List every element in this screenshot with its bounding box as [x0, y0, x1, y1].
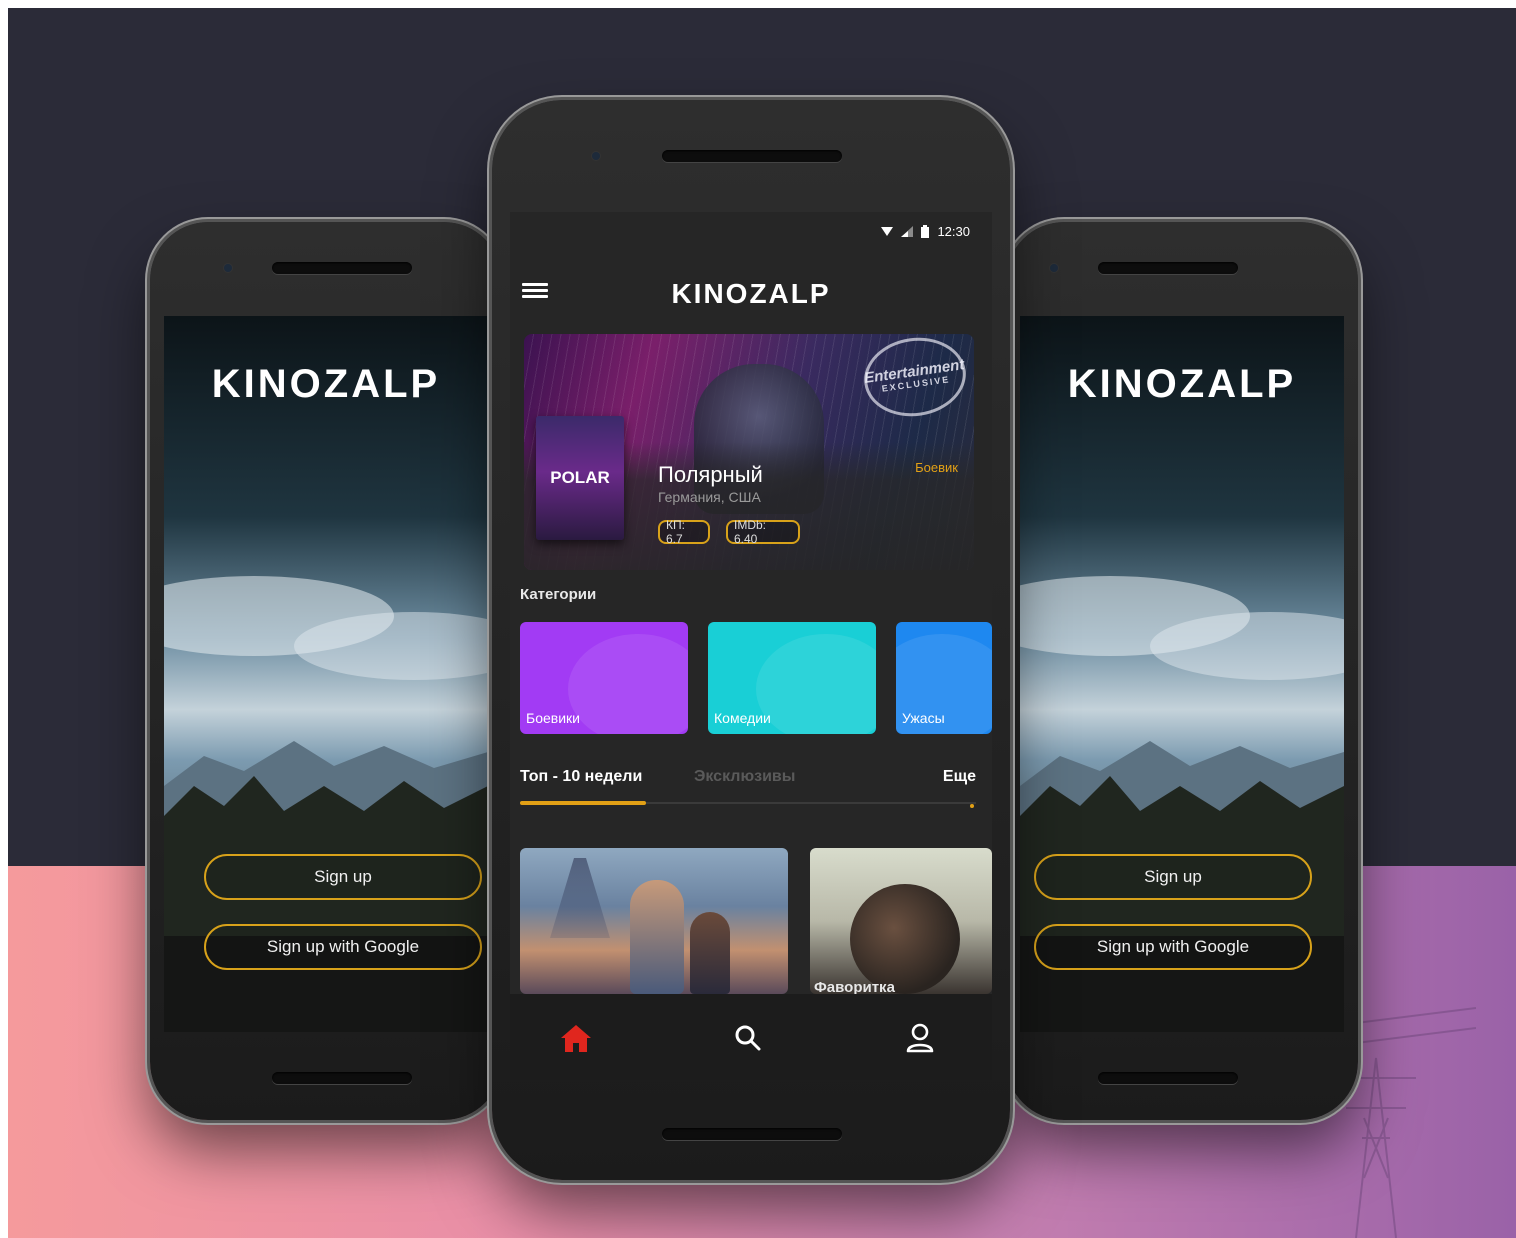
earpiece-speaker [662, 150, 842, 162]
app-logo: KINOZALP [211, 362, 441, 406]
categories-heading: Категории [520, 586, 597, 603]
bottom-speaker [1098, 1072, 1238, 1084]
category-card-comedy[interactable]: Комедии [708, 622, 876, 734]
phone-left: KINOZALP Sign up Sign up with Google [150, 222, 502, 1120]
app-logo: KINOZALP [671, 278, 831, 309]
nav-home-button[interactable] [556, 1018, 596, 1058]
movie-card[interactable] [520, 848, 788, 994]
home-icon [561, 1025, 591, 1052]
movie-art [850, 884, 960, 994]
category-label: Ужасы [902, 710, 945, 726]
front-camera [592, 152, 600, 160]
search-icon [735, 1025, 761, 1051]
sign-up-button[interactable]: Sign up [204, 854, 482, 900]
more-link[interactable]: Еще [943, 768, 976, 786]
nav-profile-button[interactable] [900, 1018, 940, 1058]
category-card-action[interactable]: Боевики [520, 622, 688, 734]
home-screen: 12:30 KINOZALP Entertainment EXCLUSIVE P… [510, 212, 992, 1080]
movie-art [630, 880, 684, 994]
tab-top-10[interactable]: Топ - 10 недели [520, 768, 642, 786]
profile-icon [906, 1023, 934, 1053]
wifi-icon [881, 227, 894, 236]
sign-up-google-button[interactable]: Sign up with Google [1034, 924, 1312, 970]
signup-screen: KINOZALP Sign up Sign up with Google [1020, 316, 1344, 1032]
poster-title: POLAR [550, 468, 610, 487]
earpiece-speaker [1098, 262, 1238, 274]
tab-exclusives[interactable]: Эксклюзивы [694, 768, 795, 786]
kp-rating-badge: КП: 6.7 [658, 518, 710, 546]
earpiece-speaker [272, 262, 412, 274]
bottom-speaker [662, 1128, 842, 1140]
movie-title: Полярный [658, 462, 763, 487]
sign-up-button[interactable]: Sign up [1034, 854, 1312, 900]
status-bar: 12:30 [881, 224, 970, 239]
bottom-speaker [272, 1072, 412, 1084]
category-art [568, 634, 688, 734]
nav-search-button[interactable] [728, 1018, 768, 1058]
signal-icon [901, 226, 914, 237]
phone-center: 12:30 KINOZALP Entertainment EXCLUSIVE P… [492, 100, 1010, 1180]
movie-country: Германия, США [658, 489, 761, 505]
bottom-navigation [510, 994, 992, 1080]
app-logo: KINOZALP [1067, 362, 1297, 406]
movie-art [690, 912, 730, 994]
phone-right: KINOZALP Sign up Sign up with Google [1006, 222, 1358, 1120]
category-label: Комедии [714, 710, 771, 726]
movie-tabs: Топ - 10 недели Эксклюзивы Еще [520, 768, 976, 798]
battery-icon [921, 225, 930, 238]
front-camera [1050, 264, 1058, 272]
sign-up-google-button[interactable]: Sign up with Google [204, 924, 482, 970]
more-indicator-dot [970, 804, 974, 808]
category-art [756, 634, 876, 734]
movie-art [550, 858, 610, 938]
movie-card-title: Фаворитка [814, 979, 895, 994]
active-tab-indicator [520, 801, 646, 805]
signup-screen: KINOZALP Sign up Sign up with Google [164, 316, 488, 1032]
movie-poster: POLAR [536, 416, 624, 540]
imdb-rating-badge: IMDb: 6.40 [726, 518, 800, 546]
movie-genre: Боевик [915, 460, 958, 475]
category-card-horror[interactable]: Ужасы [896, 622, 992, 734]
movie-card[interactable]: Фаворитка [810, 848, 992, 994]
status-time: 12:30 [937, 224, 970, 239]
front-camera [224, 264, 232, 272]
category-label: Боевики [526, 710, 580, 726]
featured-movie-banner[interactable]: Entertainment EXCLUSIVE POLAR Полярный Г… [524, 334, 974, 570]
